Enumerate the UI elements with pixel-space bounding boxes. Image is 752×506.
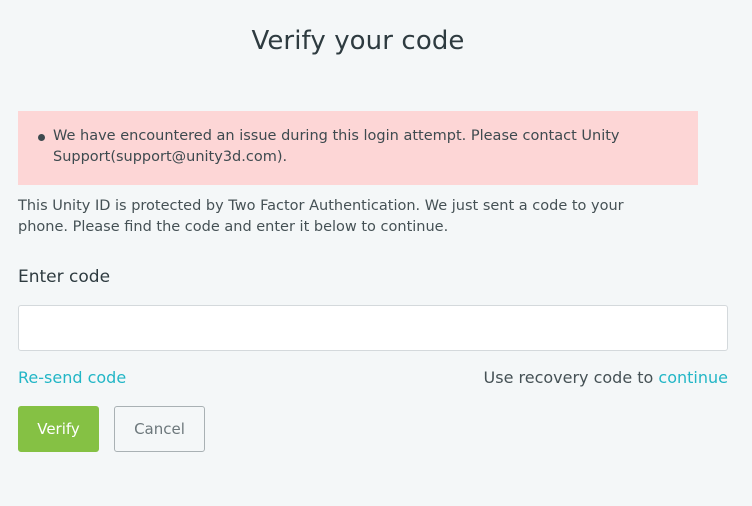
alert-list: We have encountered an issue during this… xyxy=(38,126,682,168)
resend-code-link[interactable]: Re-send code xyxy=(18,368,126,387)
alert-message: We have encountered an issue during this… xyxy=(53,128,620,165)
error-alert: We have encountered an issue during this… xyxy=(18,111,698,185)
two-factor-description: This Unity ID is protected by Two Factor… xyxy=(18,198,624,235)
verify-button[interactable]: Verify xyxy=(18,406,99,452)
verify-code-page: Verify your code We have encountered an … xyxy=(0,0,752,506)
code-input[interactable] xyxy=(18,305,728,351)
recovery-continue-link[interactable]: continue xyxy=(658,368,728,387)
recovery-prefix-text: Use recovery code to xyxy=(483,368,659,387)
page-title: Verify your code xyxy=(251,26,465,56)
code-label: Enter code xyxy=(18,267,111,287)
alert-item: We have encountered an issue during this… xyxy=(38,126,682,168)
recovery-code-prompt: Use recovery code to continue xyxy=(484,368,728,387)
cancel-button[interactable]: Cancel xyxy=(114,406,205,452)
bullet-icon xyxy=(38,134,45,141)
